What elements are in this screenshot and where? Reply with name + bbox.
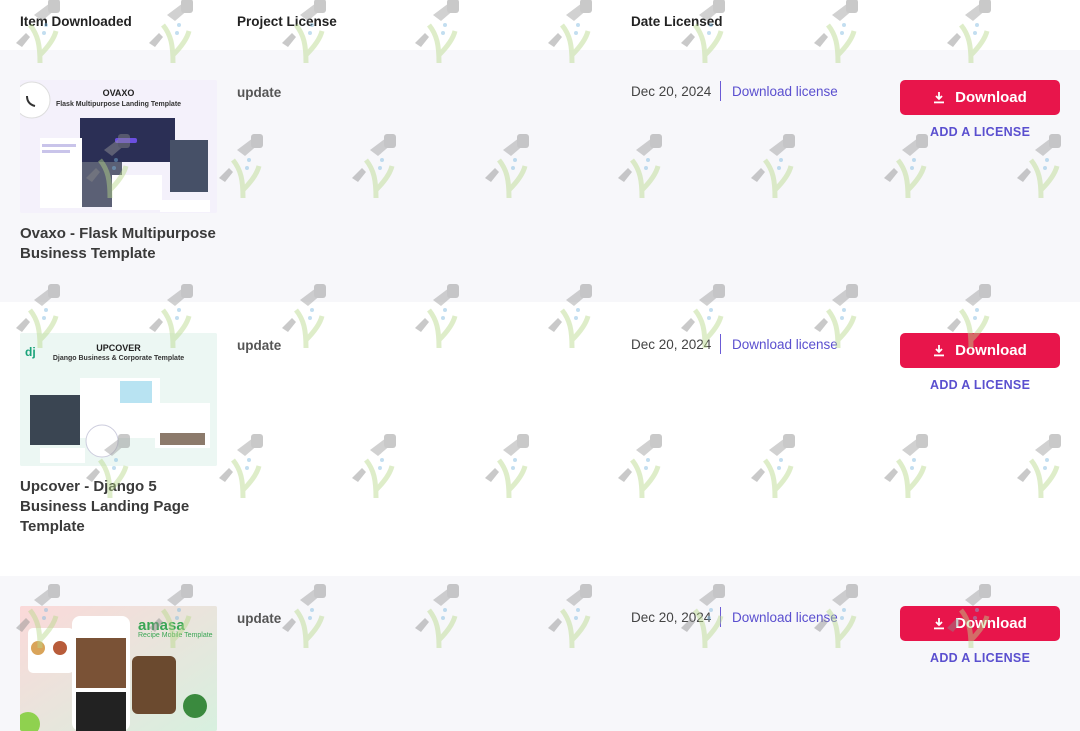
thumb-brand: UPCOVER (96, 343, 141, 353)
download-button[interactable]: Download (900, 333, 1060, 368)
download-icon (934, 345, 945, 357)
item-thumbnail-upcover[interactable]: dj UPCOVER Django Business & Corporate T… (20, 333, 217, 466)
date-licensed: Dec 20, 2024 (631, 610, 712, 625)
item-thumbnail-ovaxo[interactable]: OVAXO Flask Multipurpose Landing Templat… (20, 80, 217, 213)
download-license-link[interactable]: Download license (732, 610, 838, 625)
thumb-subtitle: Django Business & Corporate Template (52, 355, 185, 362)
thumb-brand: OVAXO (102, 88, 135, 98)
thumb-subtitle: Recipe Mobile Template (138, 632, 213, 639)
project-license: update (237, 338, 282, 353)
date-licensed: Dec 20, 2024 (631, 84, 712, 99)
project-license: update (237, 85, 282, 100)
item-title[interactable]: Ovaxo - Flask Multipurpose Business Temp… (20, 224, 225, 264)
download-button[interactable]: Download (900, 80, 1060, 115)
add-license-link[interactable]: ADD A LICENSE (930, 378, 1030, 392)
download-license-link[interactable]: Download license (732, 337, 838, 352)
header-project-license: Project License (237, 14, 337, 29)
project-license: update (237, 611, 282, 626)
separator (720, 81, 721, 101)
table-row: OVAXO Flask Multipurpose Landing Templat… (0, 50, 1080, 302)
download-button[interactable]: Download (900, 606, 1060, 641)
download-license-link[interactable]: Download license (732, 84, 838, 99)
item-title[interactable]: Upcover - Django 5 Business Landing Page… (20, 477, 225, 537)
add-license-link[interactable]: ADD A LICENSE (930, 125, 1030, 139)
thumb-subtitle: Flask Multipurpose Landing Template (55, 101, 182, 108)
header-item-downloaded: Item Downloaded (20, 14, 132, 29)
separator (720, 334, 721, 354)
table-row: dj UPCOVER Django Business & Corporate T… (0, 303, 1080, 575)
table-row: amasa Recipe Mobile Template update Dec … (0, 576, 1080, 731)
separator (720, 607, 721, 627)
header-date-licensed: Date Licensed (631, 14, 723, 29)
download-button-label: Download (955, 615, 1027, 632)
download-button-label: Download (955, 342, 1027, 359)
download-icon (934, 618, 945, 630)
table-header: Item Downloaded Project License Date Lic… (0, 0, 1080, 50)
download-icon (934, 92, 945, 104)
item-thumbnail-amasa[interactable]: amasa Recipe Mobile Template (20, 606, 217, 731)
add-license-link[interactable]: ADD A LICENSE (930, 651, 1030, 665)
download-button-label: Download (955, 89, 1027, 106)
date-licensed: Dec 20, 2024 (631, 337, 712, 352)
